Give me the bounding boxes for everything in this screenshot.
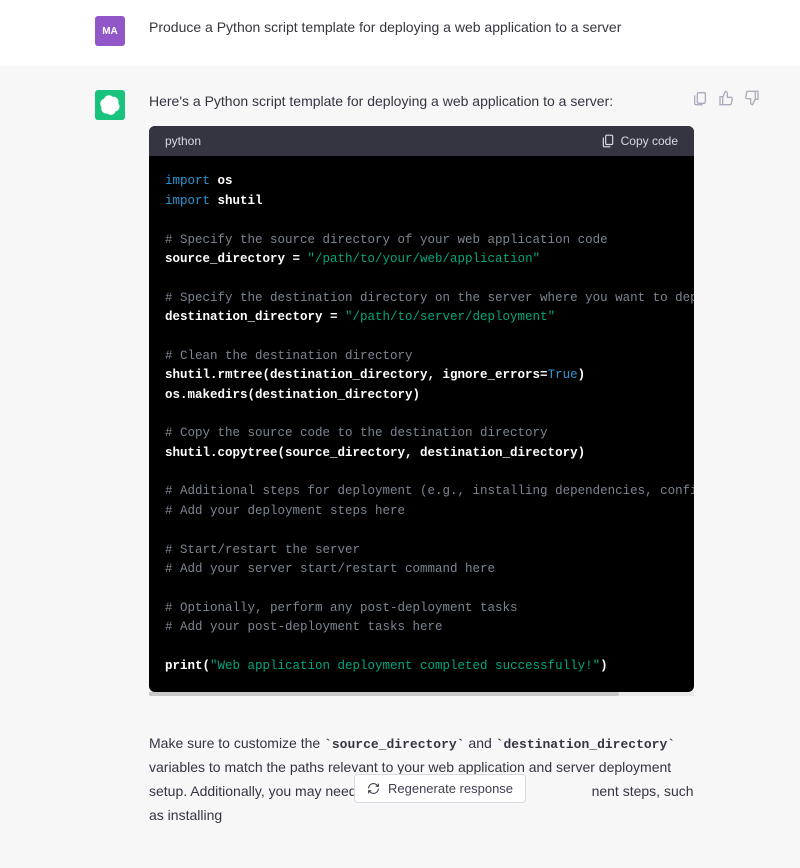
code-token: import [165,174,210,188]
text-span: Make sure to customize the [149,735,324,751]
code-token: ) [578,368,586,382]
code-token: shutil.copytree(source_directory, destin… [165,446,585,460]
user-message-body: Produce a Python script template for dep… [149,16,740,38]
code-token: destination_directory = [165,310,345,324]
code-token: "Web application deployment completed su… [210,659,600,673]
code-header: python Copy code [149,126,694,156]
code-token: print( [165,659,210,673]
code-token: # Clean the destination directory [165,349,413,363]
code-content[interactable]: import os import shutil # Specify the so… [149,156,694,692]
code-token: # Additional steps for deployment (e.g.,… [165,484,694,498]
assistant-intro-text: Here's a Python script template for depl… [149,90,740,112]
code-token: "/path/to/server/deployment" [345,310,555,324]
assistant-message-row: Here's a Python script template for depl… [0,66,800,868]
code-token: True [548,368,578,382]
copy-message-button[interactable] [692,90,708,106]
refresh-icon [367,782,380,795]
user-message-row: MA Produce a Python script template for … [0,0,800,66]
code-token: # Optionally, perform any post-deploymen… [165,601,518,615]
user-avatar: MA [95,16,125,46]
code-token: "/path/to/your/web/application" [308,252,541,266]
assistant-message-body: Here's a Python script template for depl… [149,90,740,828]
feedback-bar [692,90,760,106]
code-token: # Add your deployment steps here [165,504,405,518]
code-token: shutil.rmtree(destination_directory, ign… [165,368,548,382]
code-token: # Specify the source directory of your w… [165,233,608,247]
copy-code-label: Copy code [621,134,678,148]
thumbs-up-button[interactable] [718,90,734,106]
regenerate-response-button[interactable]: Regenerate response [354,774,526,803]
inline-code: `destination_directory` [496,737,675,752]
code-token: # Add your post-deployment tasks here [165,620,443,634]
assistant-avatar [95,90,125,120]
inline-code: `source_directory` [324,737,464,752]
code-token: shutil [218,194,263,208]
scrollbar-thumb[interactable] [149,692,619,696]
code-token: os [218,174,233,188]
code-token: os.makedirs(destination_directory) [165,388,420,402]
thumbs-down-button[interactable] [744,90,760,106]
code-token: source_directory = [165,252,308,266]
code-token: # Start/restart the server [165,543,360,557]
regenerate-label: Regenerate response [388,781,513,796]
code-token: # Copy the source code to the destinatio… [165,426,548,440]
code-language-label: python [165,134,201,148]
clipboard-icon [601,134,615,148]
code-token: ) [600,659,608,673]
code-horizontal-scrollbar[interactable] [149,692,694,696]
clipboard-icon [692,90,708,106]
code-token: import [165,194,210,208]
user-message-text: Produce a Python script template for dep… [149,16,740,38]
code-token: # Specify the destination directory on t… [165,291,694,305]
text-span: and [465,735,496,751]
code-block: python Copy code import os import shutil… [149,126,694,692]
openai-logo-icon [100,95,120,115]
code-token: # Add your server start/restart command … [165,562,495,576]
thumbs-down-icon [744,90,760,106]
copy-code-button[interactable]: Copy code [601,134,678,148]
thumbs-up-icon [718,90,734,106]
